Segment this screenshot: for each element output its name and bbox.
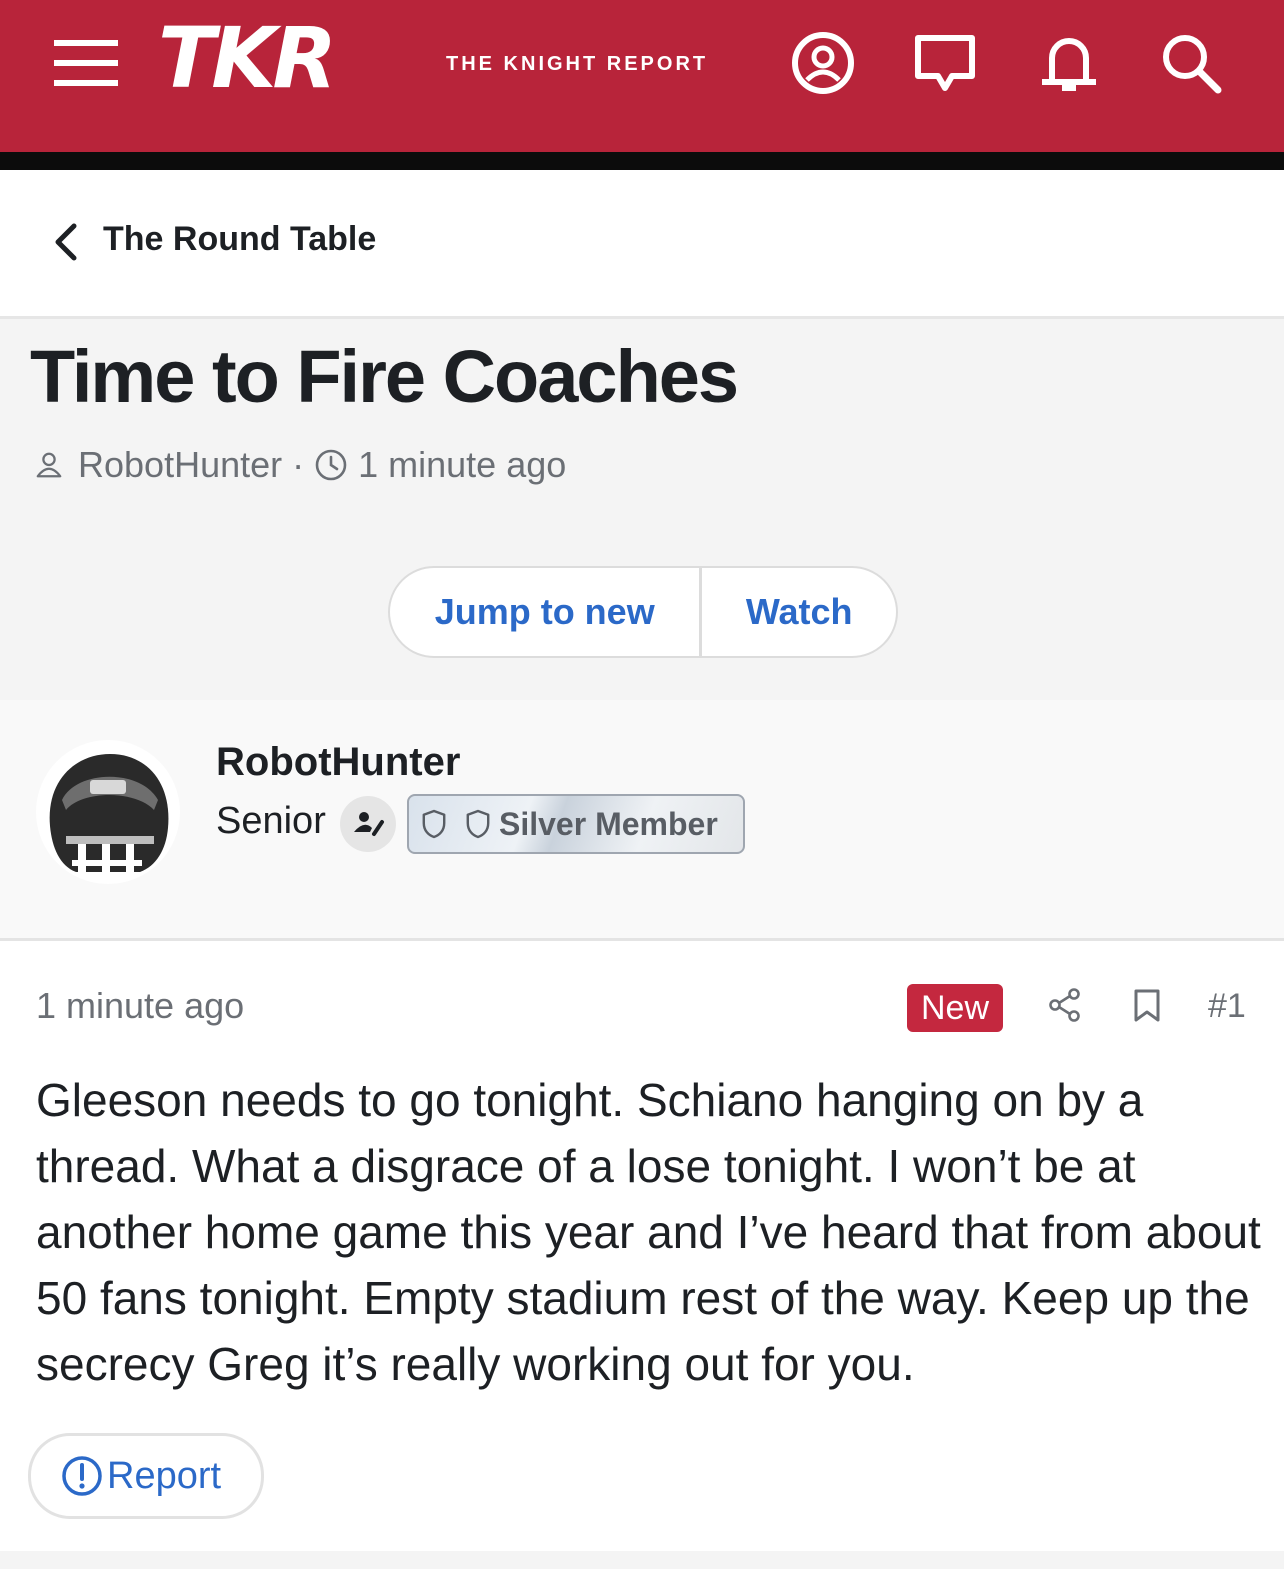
- report-label: Report: [107, 1454, 222, 1497]
- thread-actions: Jump to new Watch: [388, 566, 898, 658]
- search-icon[interactable]: [1158, 30, 1224, 96]
- account-icon[interactable]: [790, 30, 856, 96]
- user-edit-icon: [340, 796, 396, 852]
- post-number-link[interactable]: #1: [1208, 987, 1246, 1026]
- post: 1 minute ago New #1 Gleeson needs to go …: [0, 941, 1284, 1551]
- member-badge-label: Silver Member: [499, 805, 718, 842]
- thread-posted-time[interactable]: 1 minute ago: [358, 444, 566, 486]
- chevron-left-icon[interactable]: [50, 222, 84, 262]
- jump-to-new-button[interactable]: Jump to new: [390, 568, 703, 656]
- menu-icon[interactable]: [54, 40, 118, 86]
- thread-meta: RobotHunter · 1 minute ago: [34, 442, 566, 488]
- shield-icon: [466, 809, 490, 839]
- site-logo-tagline: THE KNIGHT REPORT: [446, 53, 709, 75]
- breadcrumb-forum-link[interactable]: The Round Table: [103, 220, 376, 259]
- watch-button[interactable]: Watch: [702, 568, 896, 656]
- author-rank: Senior: [216, 800, 326, 842]
- user-icon: [34, 450, 64, 480]
- meta-separator: ·: [292, 444, 305, 485]
- avatar[interactable]: [36, 740, 180, 884]
- header-divider: [0, 152, 1284, 170]
- exclamation-circle-icon: [62, 1456, 102, 1496]
- bookmark-icon[interactable]: [1128, 986, 1166, 1024]
- new-badge: New: [907, 984, 1003, 1032]
- alerts-icon[interactable]: [1036, 30, 1102, 96]
- clock-icon: [314, 448, 348, 482]
- conversations-icon[interactable]: [912, 30, 978, 96]
- site-logo[interactable]: TKR: [158, 16, 337, 100]
- report-button[interactable]: Report: [28, 1433, 264, 1519]
- top-nav-bar: TKR THE KNIGHT REPORT: [0, 0, 1284, 152]
- shield-icon: [422, 809, 446, 839]
- thread-author[interactable]: RobotHunter: [78, 444, 282, 486]
- share-icon[interactable]: [1046, 986, 1084, 1024]
- author-panel: RobotHunter Senior Silver Member: [0, 700, 1284, 941]
- author-name[interactable]: RobotHunter: [216, 740, 460, 785]
- member-badge: Silver Member: [407, 794, 745, 854]
- post-time[interactable]: 1 minute ago: [36, 985, 244, 1027]
- thread-title: Time to Fire Coaches: [30, 335, 739, 418]
- breadcrumb: The Round Table: [0, 170, 1284, 319]
- post-body: Gleeson needs to go tonight. Schiano han…: [36, 1074, 1261, 1390]
